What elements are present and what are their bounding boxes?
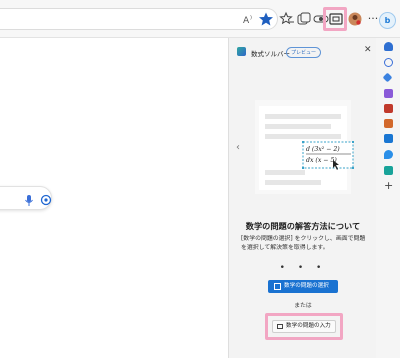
carousel-dots[interactable]: • • • — [229, 263, 377, 273]
microphone-icon[interactable] — [24, 194, 34, 208]
notification-bell-icon[interactable] — [384, 42, 393, 51]
visual-search-icon[interactable] — [40, 194, 52, 206]
math-solver-panel: 数式ソルバー プレビュー ✕ ‹ d (3x² − 2) dx (x − 5) … — [228, 38, 376, 358]
formula-top: d (3x² − 2) — [306, 146, 340, 153]
drop-icon[interactable] — [384, 150, 393, 159]
preview-badge: プレビュー — [286, 47, 322, 58]
designer-icon[interactable] — [384, 166, 393, 175]
microsoft-365-icon[interactable] — [384, 119, 393, 128]
collections-icon[interactable] — [296, 11, 312, 27]
math-solver-icon[interactable] — [328, 11, 344, 27]
address-bar[interactable] — [0, 8, 278, 30]
tools-icon[interactable] — [384, 89, 393, 98]
svg-text:A: A — [243, 16, 250, 26]
outlook-icon[interactable] — [384, 134, 393, 143]
browser-toolbar: A ) ··· — [0, 0, 400, 38]
math-solver-logo-icon — [237, 47, 246, 56]
edge-sidebar: + — [376, 38, 400, 358]
profile-icon[interactable] — [347, 11, 363, 27]
games-icon[interactable] — [384, 104, 393, 113]
or-label: または — [294, 303, 312, 309]
math-illustration: d (3x² − 2) dx (x − 5) — [255, 100, 354, 194]
input-math-problem-label: 数学の問題の入力 — [286, 323, 331, 329]
favorites-icon[interactable] — [279, 11, 295, 27]
keyboard-icon — [277, 324, 283, 329]
search-icon[interactable] — [384, 58, 393, 67]
panel-description: [数学の問題の選択] をクリックし、画面で問題を選択して解決策を取得します。 — [241, 236, 366, 251]
favorite-star-icon[interactable] — [258, 11, 274, 27]
copilot-icon[interactable]: b — [379, 12, 396, 29]
panel-heading: 数学の問題の解答方法について — [245, 221, 361, 231]
add-icon[interactable]: + — [384, 180, 393, 191]
svg-text:): ) — [250, 15, 252, 21]
chevron-left-icon[interactable]: ‹ — [236, 142, 240, 153]
select-math-problem-button[interactable]: 数学の問題の選択 — [268, 280, 338, 293]
formula-bottom: dx (x − 5) — [306, 157, 337, 164]
web-page — [0, 38, 228, 358]
select-area-icon — [274, 283, 281, 290]
read-aloud-icon[interactable]: A ) — [241, 11, 257, 27]
panel-title: 数式ソルバー — [251, 50, 290, 58]
select-math-problem-label: 数学の問題の選択 — [284, 283, 329, 289]
close-icon[interactable]: ✕ — [364, 45, 372, 55]
shopping-tag-icon[interactable] — [382, 72, 393, 83]
input-math-problem-button[interactable]: 数学の問題の入力 — [272, 320, 336, 333]
